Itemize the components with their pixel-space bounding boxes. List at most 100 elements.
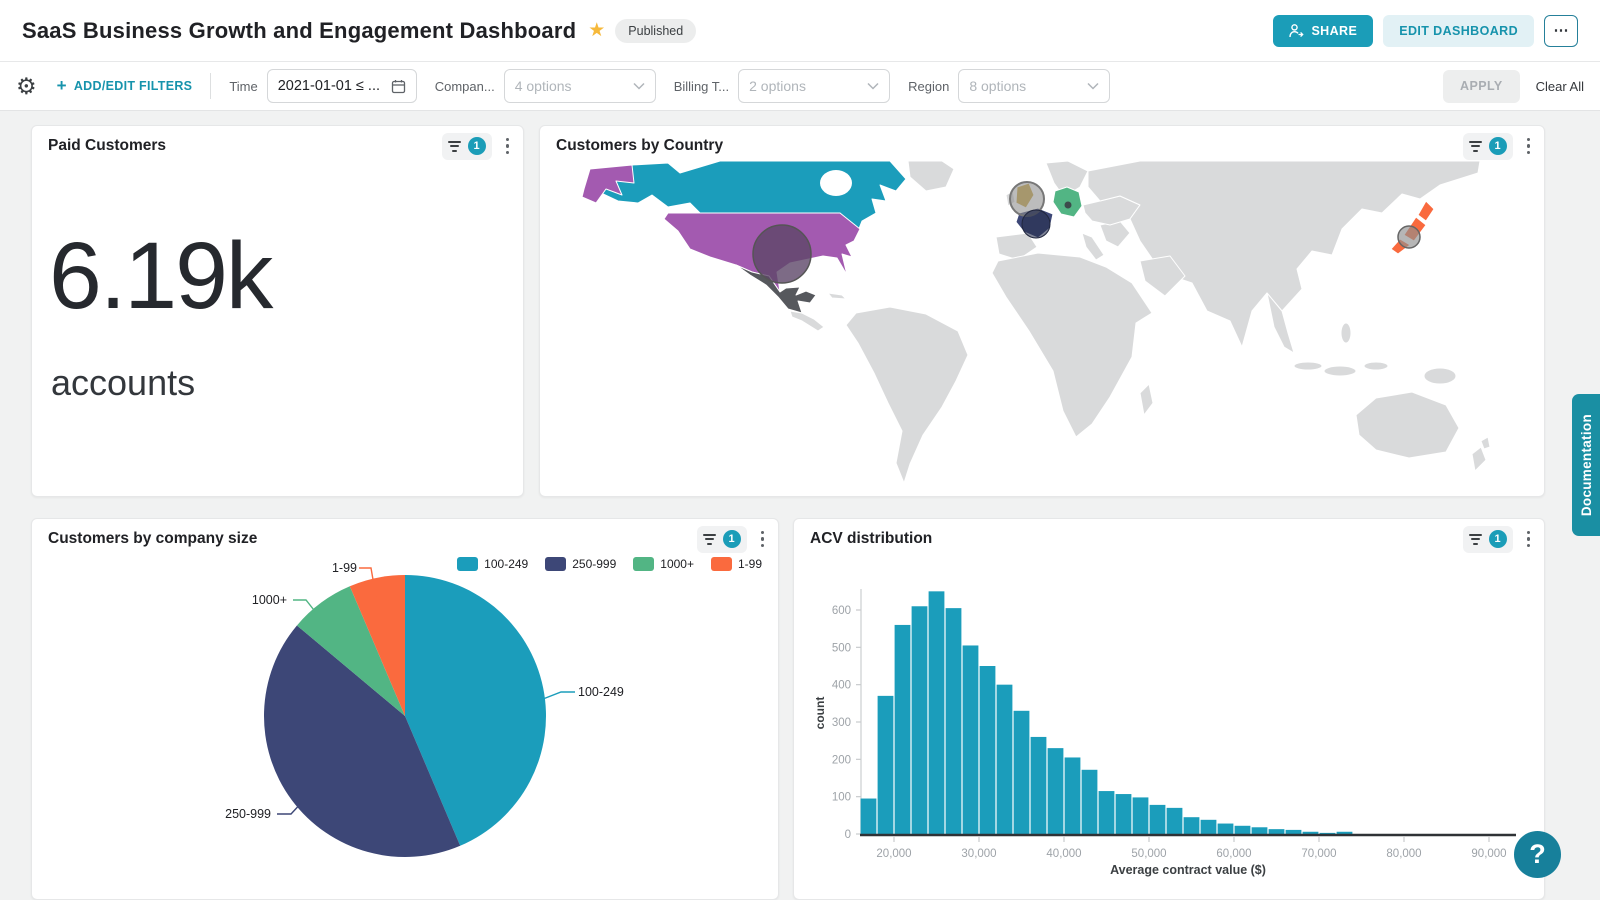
acv-distribution-card: ACV distribution 1 010020030040050060020… (793, 518, 1545, 900)
kpi-unit: accounts (51, 362, 195, 404)
histogram-bar[interactable] (1014, 711, 1030, 834)
histogram-bar[interactable] (1201, 820, 1217, 834)
widget-menu-kebab-icon[interactable] (1525, 527, 1533, 552)
histogram-bar[interactable] (1252, 827, 1268, 834)
filter-settings-gear-icon[interactable]: ⚙ (16, 75, 37, 98)
company-filter-select[interactable]: 4 options (504, 69, 656, 103)
filter-lines-icon (703, 534, 717, 545)
new-zealand-shape (1472, 447, 1486, 471)
pie-legend: 100-249 250-999 1000+ 1-99 (457, 557, 762, 571)
histogram-bar[interactable] (1286, 830, 1302, 834)
company-filter-label: Compan... (435, 79, 495, 94)
region-filter-value: 8 options (969, 78, 1026, 94)
histogram-bar[interactable] (1099, 791, 1115, 834)
indonesia-shape (1364, 362, 1388, 370)
legend-swatch (545, 557, 566, 571)
histogram-bar[interactable] (1167, 808, 1183, 834)
histogram-bar[interactable] (912, 606, 928, 834)
australia-shape (1356, 392, 1459, 458)
divider (210, 73, 211, 99)
histogram-chart: 010020030040050060020,00030,00040,00050,… (794, 519, 1545, 900)
chevron-down-icon (1087, 82, 1099, 90)
histogram-bar[interactable] (1184, 817, 1200, 834)
bubble-germany[interactable] (1065, 202, 1072, 209)
legend-swatch (711, 557, 732, 571)
share-person-icon (1289, 24, 1304, 38)
histogram-bar[interactable] (878, 696, 894, 834)
legend-label: 100-249 (484, 557, 528, 571)
add-edit-filters-button[interactable]: + ADD/EDIT FILTERS (57, 76, 193, 96)
legend-item[interactable]: 250-999 (545, 557, 616, 571)
widget-menu-kebab-icon[interactable] (1525, 134, 1533, 159)
callout-line-100-249 (543, 692, 575, 699)
bubble-japan[interactable] (1398, 226, 1420, 248)
italy-shape (1082, 233, 1104, 260)
y-tick-label: 200 (832, 754, 851, 766)
region-filter-select[interactable]: 8 options (958, 69, 1110, 103)
more-options-button[interactable]: ⋯ (1544, 15, 1578, 47)
histogram-bar[interactable] (1031, 737, 1047, 834)
legend-item[interactable]: 1000+ (633, 557, 694, 571)
chevron-down-icon (633, 82, 645, 90)
widget-title: Paid Customers (48, 137, 166, 155)
filter-lines-icon (1469, 141, 1483, 152)
histogram-bar[interactable] (861, 799, 877, 834)
histogram-bar[interactable] (1150, 805, 1166, 834)
edit-dashboard-button[interactable]: EDIT DASHBOARD (1383, 15, 1534, 47)
histogram-bar[interactable] (1218, 824, 1234, 834)
histogram-bar[interactable] (1303, 832, 1319, 834)
histogram-bar[interactable] (1269, 829, 1285, 834)
histogram-bar[interactable] (1337, 832, 1353, 834)
histogram-bar[interactable] (1048, 748, 1064, 834)
widget-menu-kebab-icon[interactable] (759, 527, 767, 552)
help-button[interactable]: ? (1514, 831, 1561, 878)
x-tick-label: 80,000 (1386, 848, 1421, 860)
histogram-bar[interactable] (1133, 797, 1149, 834)
histogram-bar[interactable] (980, 666, 996, 834)
time-filter-value: 2021-01-01 ≤ ... (278, 78, 380, 94)
widget-filter-button[interactable]: 1 (1463, 133, 1513, 160)
clear-all-button[interactable]: Clear All (1536, 79, 1584, 94)
time-filter-field[interactable]: 2021-01-01 ≤ ... (267, 69, 417, 103)
histogram-bar[interactable] (895, 625, 911, 834)
pie-label-1000plus: 1000+ (252, 593, 287, 607)
y-tick-label: 400 (832, 680, 851, 692)
histogram-bar[interactable] (963, 645, 979, 834)
dashboard-header: SaaS Business Growth and Engagement Dash… (0, 0, 1600, 62)
widget-filter-button[interactable]: 1 (1463, 526, 1513, 553)
paid-customers-card: Paid Customers 1 6.19k accounts (31, 125, 524, 497)
central-america-shape (790, 311, 824, 331)
y-axis-title: count (813, 697, 827, 730)
histogram-bar[interactable] (1082, 770, 1098, 834)
y-tick-label: 600 (832, 605, 851, 617)
widget-filter-button[interactable]: 1 (697, 526, 747, 553)
histogram-bar[interactable] (1065, 757, 1081, 834)
kpi-value: 6.19k (49, 222, 271, 331)
legend-swatch (457, 557, 478, 571)
add-edit-filters-label: ADD/EDIT FILTERS (74, 79, 192, 93)
histogram-bar[interactable] (1116, 794, 1132, 834)
x-axis-title: Average contract value ($) (1110, 863, 1266, 877)
histogram-bar[interactable] (946, 608, 962, 834)
bubble-france[interactable] (1022, 210, 1050, 238)
apply-button[interactable]: APPLY (1443, 70, 1520, 103)
histogram-bar[interactable] (1235, 826, 1251, 834)
histogram-bar[interactable] (997, 685, 1013, 834)
bubble-united-states[interactable] (753, 225, 811, 283)
hudson-bay (820, 170, 852, 196)
country-japan[interactable] (1418, 201, 1434, 221)
legend-item[interactable]: 100-249 (457, 557, 528, 571)
histogram-bar[interactable] (929, 591, 945, 834)
widget-filter-button[interactable]: 1 (442, 133, 492, 160)
share-button[interactable]: SHARE (1273, 15, 1373, 47)
legend-item[interactable]: 1-99 (711, 557, 762, 571)
widget-menu-kebab-icon[interactable] (504, 134, 512, 159)
madagascar-shape (1140, 384, 1153, 415)
favorite-star-icon[interactable]: ★ (588, 19, 605, 42)
x-tick-label: 30,000 (961, 848, 996, 860)
pie-label-250-999: 250-999 (225, 807, 271, 821)
documentation-tab[interactable]: Documentation (1572, 394, 1600, 536)
pie-label-1-99: 1-99 (332, 561, 357, 575)
y-tick-label: 100 (832, 792, 851, 804)
billing-filter-select[interactable]: 2 options (738, 69, 890, 103)
